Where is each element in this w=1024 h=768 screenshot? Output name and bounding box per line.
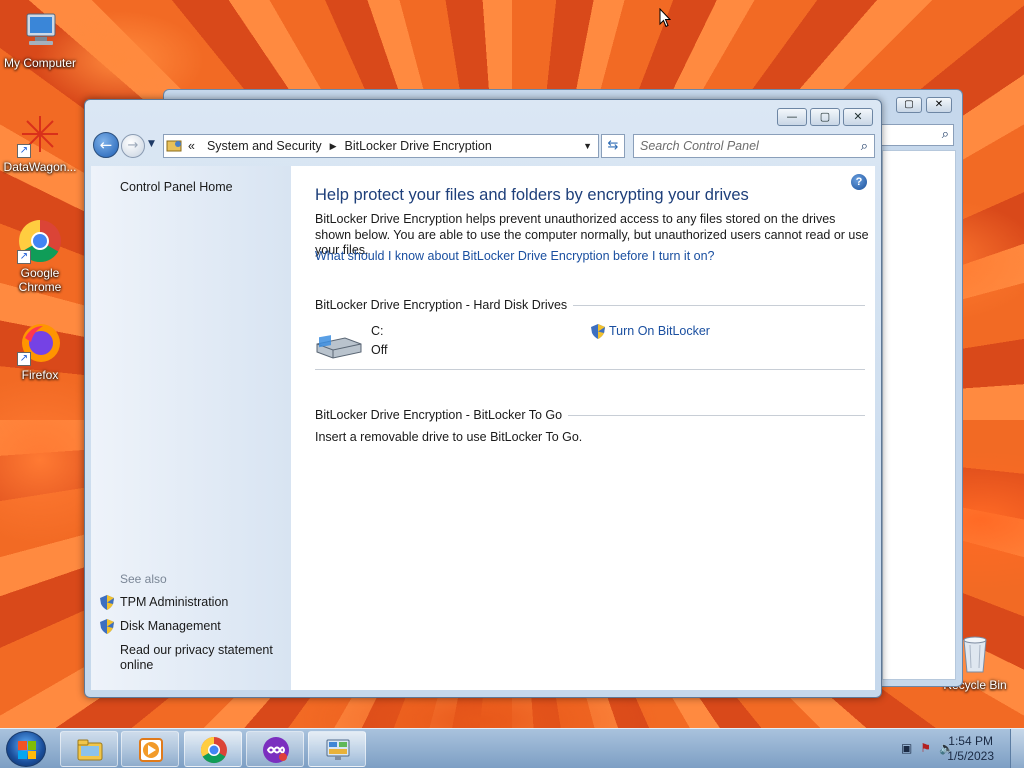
shortcut-arrow-icon: ↗ [17, 144, 31, 158]
shortcut-arrow-icon: ↗ [17, 250, 31, 264]
drive-name: C: [371, 324, 384, 338]
explorer-icon [77, 739, 103, 761]
control-panel-icon [326, 739, 350, 760]
tpm-administration-link[interactable]: TPM Administration [120, 595, 228, 609]
forward-button[interactable]: → [121, 134, 145, 158]
chrome-icon [200, 736, 227, 764]
system-tray: ▣ ⚑ 🔈 [901, 741, 954, 755]
windows-logo-icon [18, 741, 36, 759]
left-navigation-pane: Control Panel Home See also TPM Administ… [91, 166, 291, 690]
control-panel-home-link[interactable]: Control Panel Home [120, 180, 233, 194]
desktop-icon-google-chrome[interactable]: ↗ Google Chrome [0, 218, 80, 294]
refresh-button[interactable]: ⇆ [601, 134, 625, 158]
uac-shield-icon [100, 619, 114, 634]
media-player-icon [139, 738, 163, 762]
search-input[interactable]: Search Control Panel ⌕ [633, 134, 875, 158]
show-desktop-button[interactable] [1010, 729, 1024, 768]
desktop-icon-label: Google Chrome [18, 266, 62, 294]
desktop-icon-datawagon[interactable]: ↗ DataWagon... [0, 112, 80, 174]
learn-more-link[interactable]: What should I know about BitLocker Drive… [315, 249, 715, 263]
taskbar-explorer-button[interactable] [60, 731, 118, 767]
main-content: ? Help protect your files and folders by… [291, 166, 875, 690]
computer-icon [17, 8, 63, 54]
datawagon-icon: ↗ [17, 112, 63, 158]
breadcrumb-item-bitlocker[interactable]: BitLocker Drive Encryption [345, 139, 492, 153]
clock-time: 1:54 PM [948, 734, 993, 748]
back-button[interactable]: ← [93, 132, 119, 158]
start-button[interactable] [6, 731, 46, 767]
address-dropdown-icon[interactable]: ▼ [583, 141, 592, 151]
chrome-icon: ↗ [17, 218, 63, 264]
action-center-flag-icon[interactable]: ⚑ [920, 741, 931, 755]
uac-shield-icon [100, 595, 114, 610]
taskbar: ▣ ⚑ 🔈 1:54 PM 1/5/2023 [0, 728, 1024, 768]
drive-divider [315, 369, 865, 370]
desktop-icon-label: My Computer [3, 56, 77, 70]
drive-row-c[interactable]: C: Off Turn On BitLocker [315, 322, 865, 370]
page-title: Help protect your files and folders by e… [315, 186, 749, 204]
maximize-button[interactable]: ▢ [896, 97, 922, 113]
see-also-heading: See also [120, 572, 167, 586]
maximize-button[interactable]: ▢ [810, 108, 840, 126]
breadcrumb-item-system-and-security[interactable]: System and Security [207, 139, 322, 153]
taskbar-control-panel-button[interactable] [308, 731, 366, 767]
search-icon: ⌕ [860, 138, 868, 153]
taskbar-media-player-button[interactable] [121, 731, 179, 767]
disk-management-link[interactable]: Disk Management [120, 619, 221, 633]
background-window-content [882, 150, 956, 680]
close-button[interactable]: ✕ [843, 108, 873, 126]
search-input[interactable]: ⌕ [874, 124, 954, 146]
uac-shield-icon [591, 324, 605, 339]
bitlocker-window[interactable]: — ▢ ✕ ← → ▼ « System and Security ▶ BitL… [84, 99, 882, 698]
privacy-statement-link[interactable]: Read our privacy statement online [120, 643, 280, 673]
firefox-icon: ↗ [17, 320, 63, 366]
taskbar-app-button[interactable] [246, 731, 304, 767]
system-clock[interactable]: 1:54 PM 1/5/2023 [947, 734, 994, 764]
mouse-cursor-icon [659, 8, 671, 28]
caption-buttons: — ▢ ✕ [777, 108, 873, 126]
search-icon: ⌕ [941, 127, 949, 142]
shortcut-arrow-icon: ↗ [17, 352, 31, 366]
bitlocker-to-go-message: Insert a removable drive to use BitLocke… [315, 430, 583, 444]
taskbar-chrome-button[interactable] [184, 731, 242, 767]
help-icon[interactable]: ? [851, 174, 867, 190]
app-icon [263, 737, 289, 763]
bitlocker-to-go-section-header: BitLocker Drive Encryption - BitLocker T… [315, 408, 865, 422]
desktop-icon-label: DataWagon... [3, 160, 77, 174]
recent-pages-dropdown[interactable]: ▼ [148, 139, 155, 149]
hard-drive-icon [316, 335, 362, 359]
section-divider [573, 304, 865, 306]
breadcrumb-root-chevron[interactable]: « [188, 139, 195, 153]
network-icon[interactable]: ▣ [901, 741, 912, 755]
search-placeholder: Search Control Panel [640, 139, 759, 153]
minimize-button[interactable]: — [777, 108, 807, 126]
breadcrumb-separator-icon[interactable]: ▶ [330, 141, 337, 152]
section-title: BitLocker Drive Encryption - BitLocker T… [315, 408, 563, 422]
desktop-icon-label: Firefox [21, 368, 59, 382]
hard-disk-drives-section-header: BitLocker Drive Encryption - Hard Disk D… [315, 298, 865, 312]
desktop-icon-my-computer[interactable]: My Computer [0, 8, 80, 70]
navigation-bar: ← → ▼ « System and Security ▶ BitLocker … [93, 132, 875, 160]
section-divider [568, 414, 865, 416]
drive-status: Off [371, 343, 388, 357]
turn-on-bitlocker-label: Turn On BitLocker [609, 324, 710, 338]
section-title: BitLocker Drive Encryption - Hard Disk D… [315, 298, 568, 312]
clock-date: 1/5/2023 [947, 749, 994, 763]
control-panel-icon [166, 140, 182, 152]
turn-on-bitlocker-link[interactable]: Turn On BitLocker [591, 324, 710, 339]
desktop-icon-firefox[interactable]: ↗ Firefox [0, 320, 80, 382]
close-button[interactable]: ✕ [926, 97, 952, 113]
address-bar[interactable]: « System and Security ▶ BitLocker Drive … [163, 134, 599, 158]
